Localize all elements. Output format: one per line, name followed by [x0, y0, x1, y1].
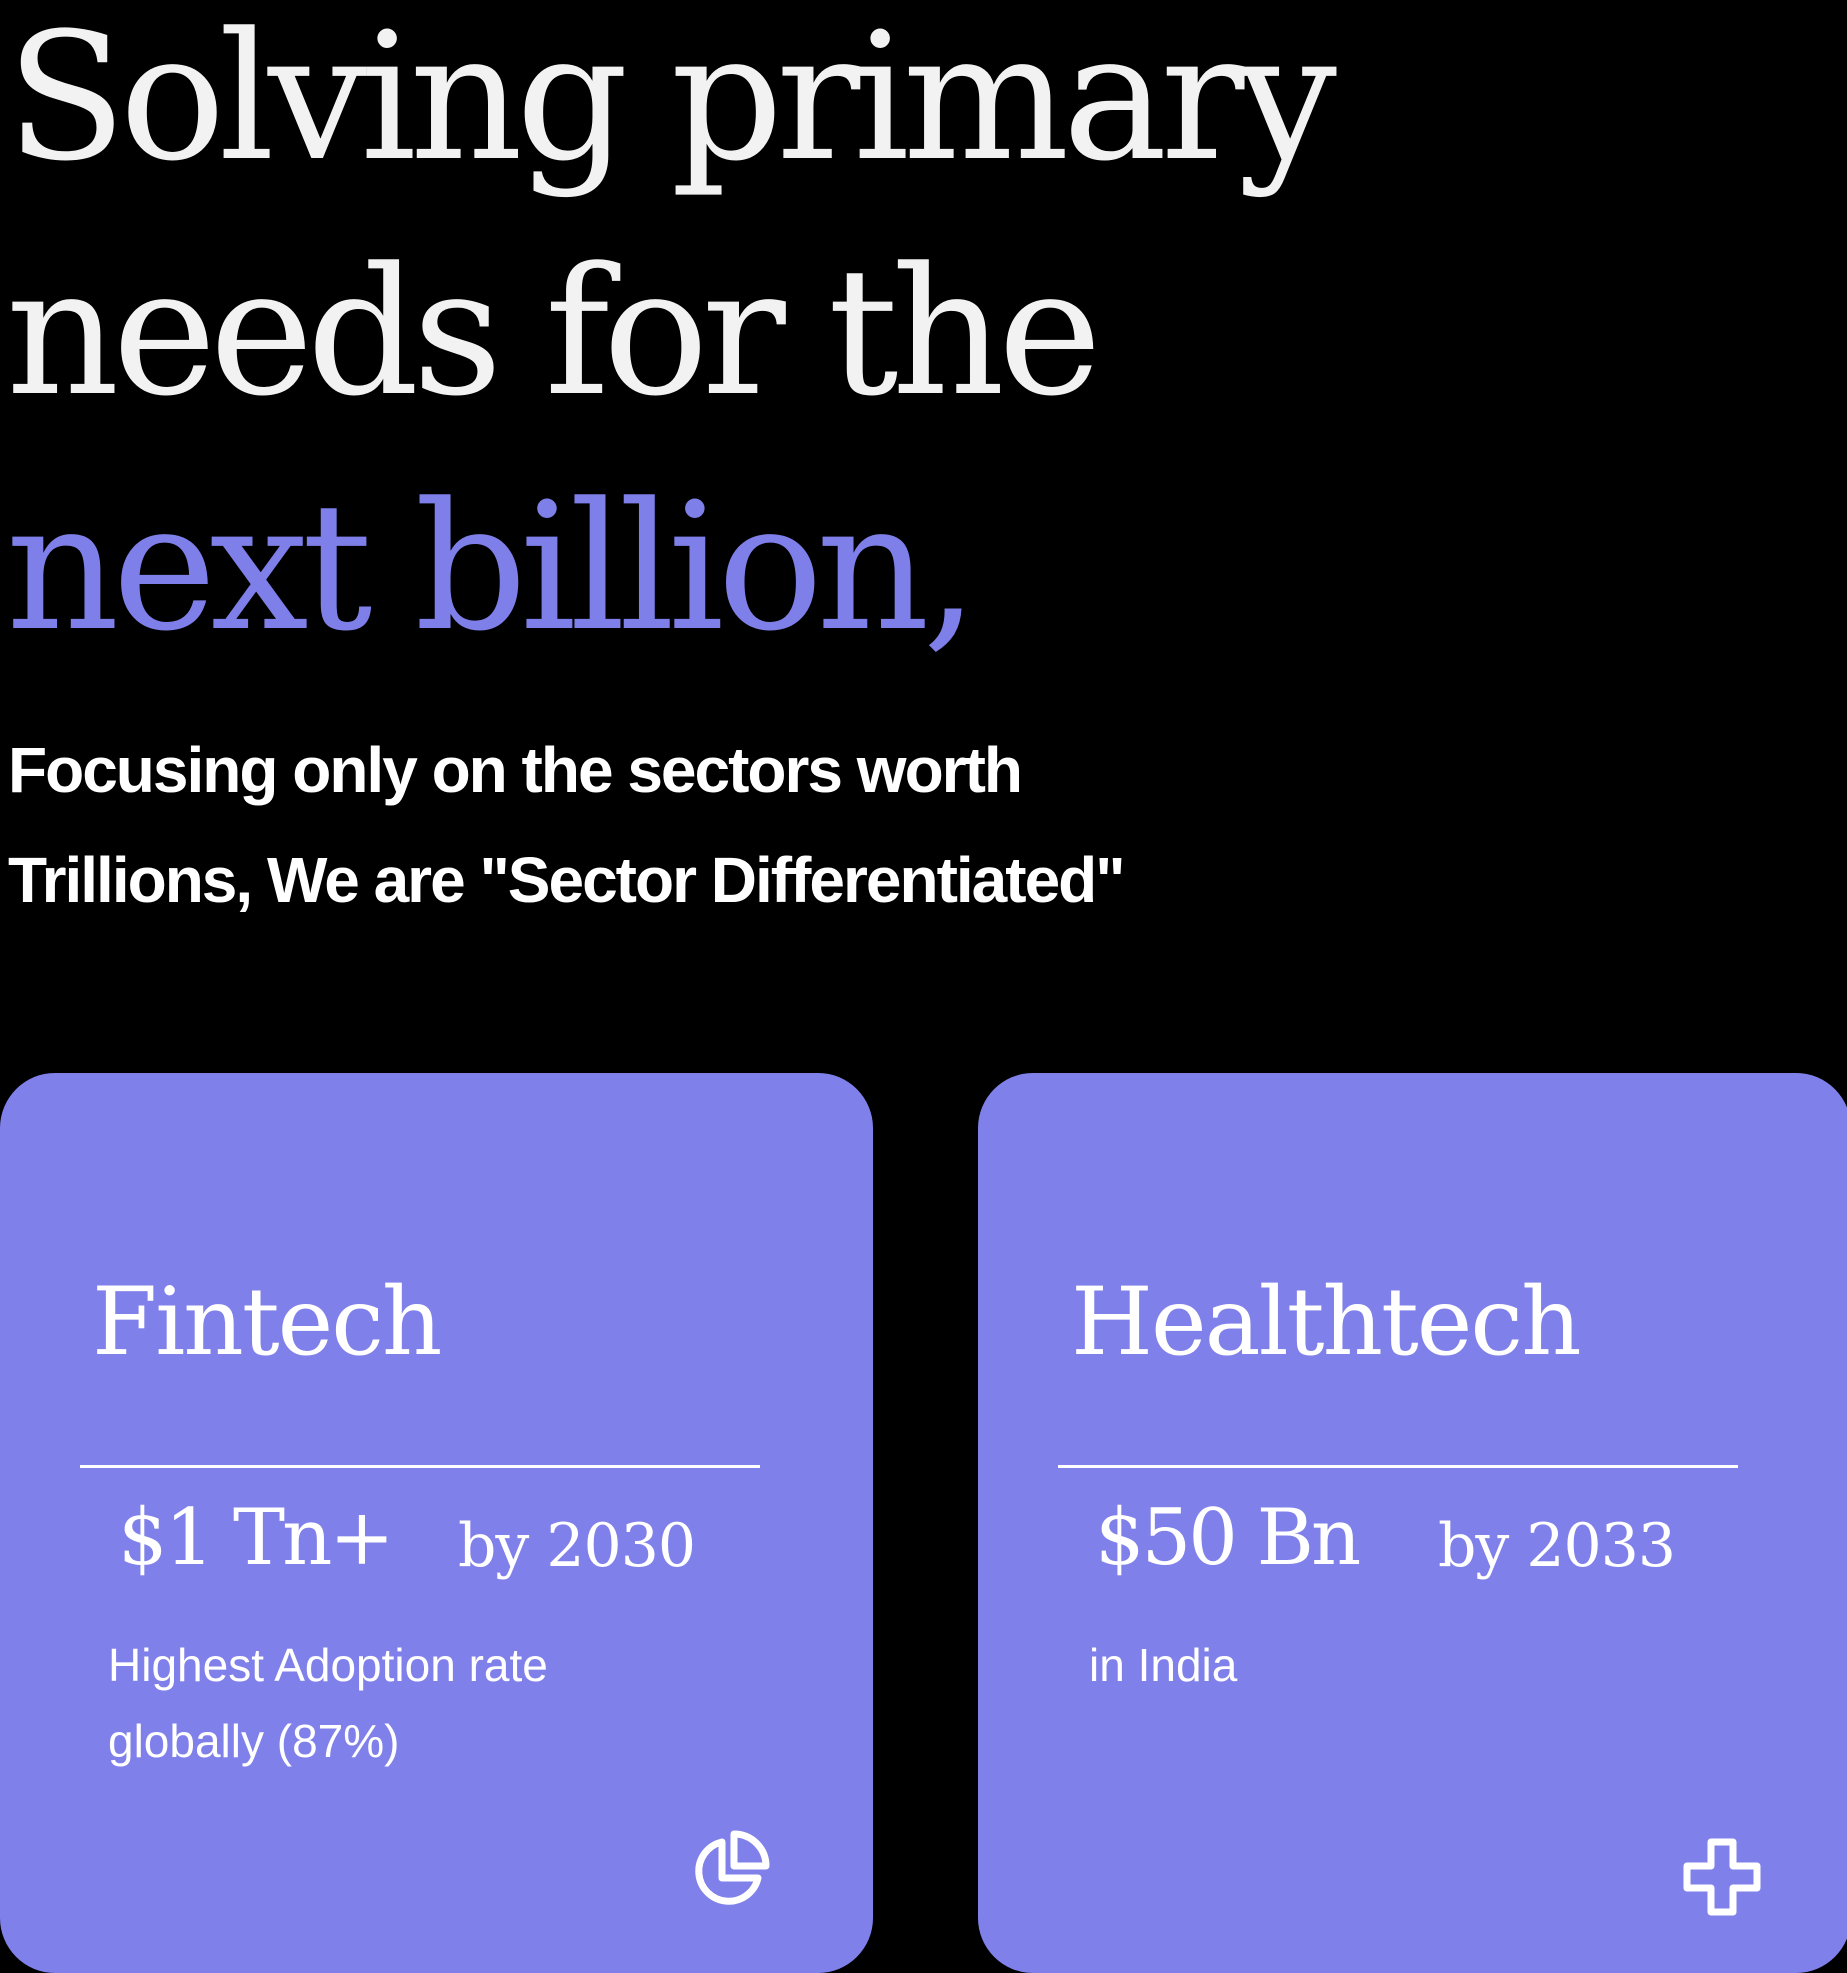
card-description-line-1: in India	[1089, 1639, 1238, 1691]
headline-accent: next billion,	[6, 465, 979, 670]
card-period: by 2030	[458, 1511, 696, 1581]
card-title: Fintech	[92, 1268, 442, 1377]
headline-line-2: needs for the	[6, 230, 1102, 435]
card-description: Highest Adoption rate globally (87%)	[108, 1627, 728, 1779]
healthtech-card: Healthtech $50 Bn by 2033 in India	[978, 1073, 1847, 1973]
fintech-card: Fintech $1 Tn+ by 2030 Highest Adoption …	[0, 1073, 873, 1973]
hero-headline: Solving primary needs for the next billi…	[6, 0, 1337, 685]
card-divider	[80, 1465, 760, 1468]
card-market-size: $50 Bn	[1095, 1493, 1361, 1583]
subheading-line-2: Trillions, We are "Sector Differentiated…	[8, 844, 1126, 916]
card-market-size: $1 Tn+	[118, 1493, 395, 1583]
pie-chart-icon	[688, 1830, 770, 1912]
card-description: in India	[1089, 1627, 1709, 1703]
medical-cross-icon	[1681, 1836, 1763, 1918]
headline-line-1: Solving primary	[6, 0, 1337, 200]
card-title: Healthtech	[1071, 1268, 1582, 1377]
card-period: by 2033	[1438, 1511, 1676, 1581]
card-description-line-1: Highest Adoption rate	[108, 1639, 548, 1691]
card-description-line-2: globally (87%)	[108, 1715, 400, 1767]
hero-subheading: Focusing only on the sectors worth Trill…	[8, 715, 1126, 935]
subheading-line-1: Focusing only on the sectors worth	[8, 734, 1023, 806]
card-divider	[1058, 1465, 1738, 1468]
